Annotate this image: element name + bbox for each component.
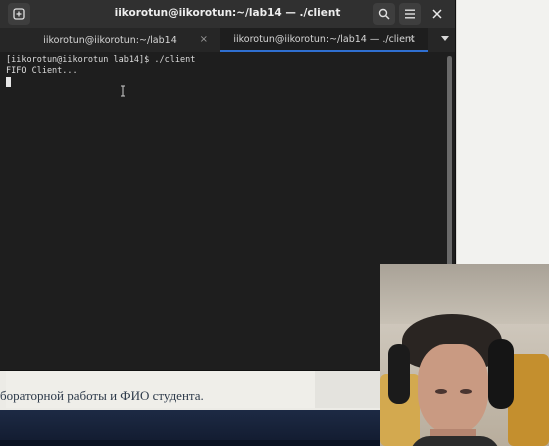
close-window-button[interactable]: [426, 3, 448, 25]
ibeam-cursor-icon: [121, 85, 125, 97]
hamburger-menu-icon: [405, 9, 415, 19]
person-eye: [460, 389, 472, 394]
tab-lab14[interactable]: iikorotun@iikorotun:~/lab14 ×: [0, 28, 220, 52]
headset-left: [388, 344, 410, 404]
close-icon: [432, 9, 442, 19]
person-face: [418, 344, 488, 434]
terminal-line: [iikorotun@iikorotun lab14]$ ./client: [6, 55, 196, 65]
title-bar: iikorotun@iikorotun:~/lab14 — ./client: [0, 0, 455, 28]
person-shirt: [410, 436, 500, 446]
tab-client[interactable]: iikorotun@iikorotun:~/lab14 — ./client ×: [220, 28, 428, 52]
person-eye: [435, 389, 447, 394]
chevron-down-icon[interactable]: [441, 36, 449, 41]
search-icon: [378, 8, 390, 20]
tab-bar: iikorotun@iikorotun:~/lab14 × iikorotun@…: [0, 28, 455, 52]
menu-button[interactable]: [399, 3, 421, 25]
document-visible-text: бораторной работы и ФИО студента.: [0, 388, 204, 403]
terminal-line: FIFO Client...: [6, 66, 78, 76]
tab-close-icon[interactable]: ×: [408, 34, 416, 45]
tab-label: iikorotun@iikorotun:~/lab14 — ./client: [233, 33, 415, 45]
terminal-output[interactable]: [iikorotun@iikorotun lab14]$ ./client FI…: [6, 55, 441, 365]
document-right-margin: [455, 0, 549, 270]
webcam-overlay: [380, 264, 549, 446]
headset-right: [488, 339, 514, 409]
tab-label: iikorotun@iikorotun:~/lab14: [43, 34, 177, 46]
chair-right: [508, 354, 549, 446]
document-margin-area: [315, 370, 380, 408]
search-button[interactable]: [373, 3, 395, 25]
tab-close-icon[interactable]: ×: [200, 34, 208, 45]
text-cursor: [6, 77, 11, 87]
